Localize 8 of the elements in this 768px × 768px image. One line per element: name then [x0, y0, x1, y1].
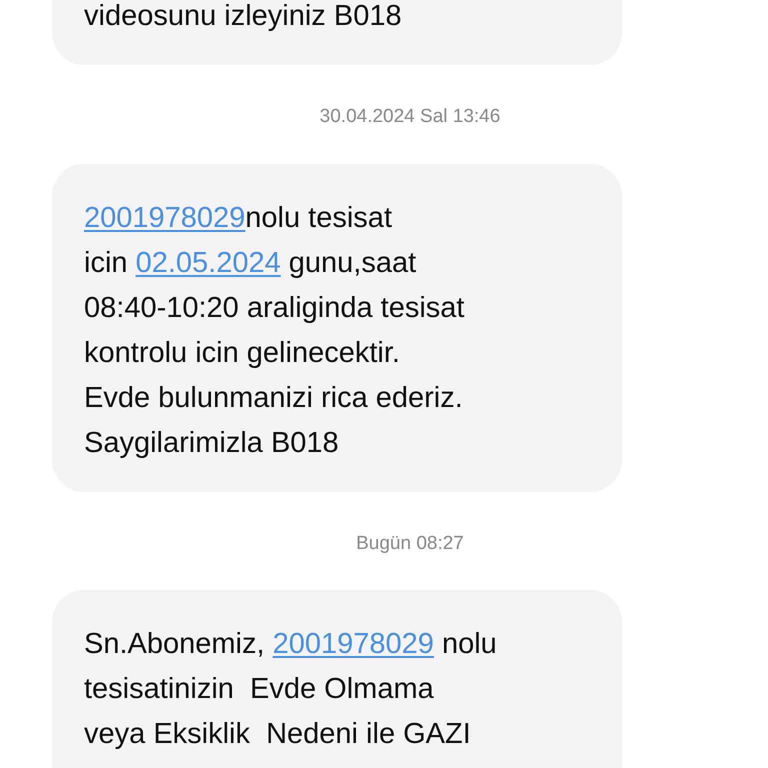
message-link[interactable]: 2001978029 — [272, 628, 434, 660]
timestamp: 30.04.2024 Sal 13:46 — [318, 105, 502, 129]
timestamp: Bugün 08:27 — [355, 532, 465, 556]
message-link[interactable]: 02.05.2024 — [136, 246, 281, 278]
message-text: videosunu izleyiniz B018 — [84, 0, 403, 34]
message-text: 2001978029nolu tesisat icin 02.05.2024 gunu,saat 08:40-10:20 araliginda tesisat kontrolu icin gelinecektir. Evde bulunmanizi rica ederiz. Saygilarimizla B018 — [84, 200, 466, 460]
message-link[interactable]: 2001978029 — [84, 202, 246, 234]
message-text: Sn.Abonemiz, 2001978029 nolu tesisatinizin Evde Olmama veya Eksiklik Nedeni ile GAZI — [84, 627, 498, 752]
